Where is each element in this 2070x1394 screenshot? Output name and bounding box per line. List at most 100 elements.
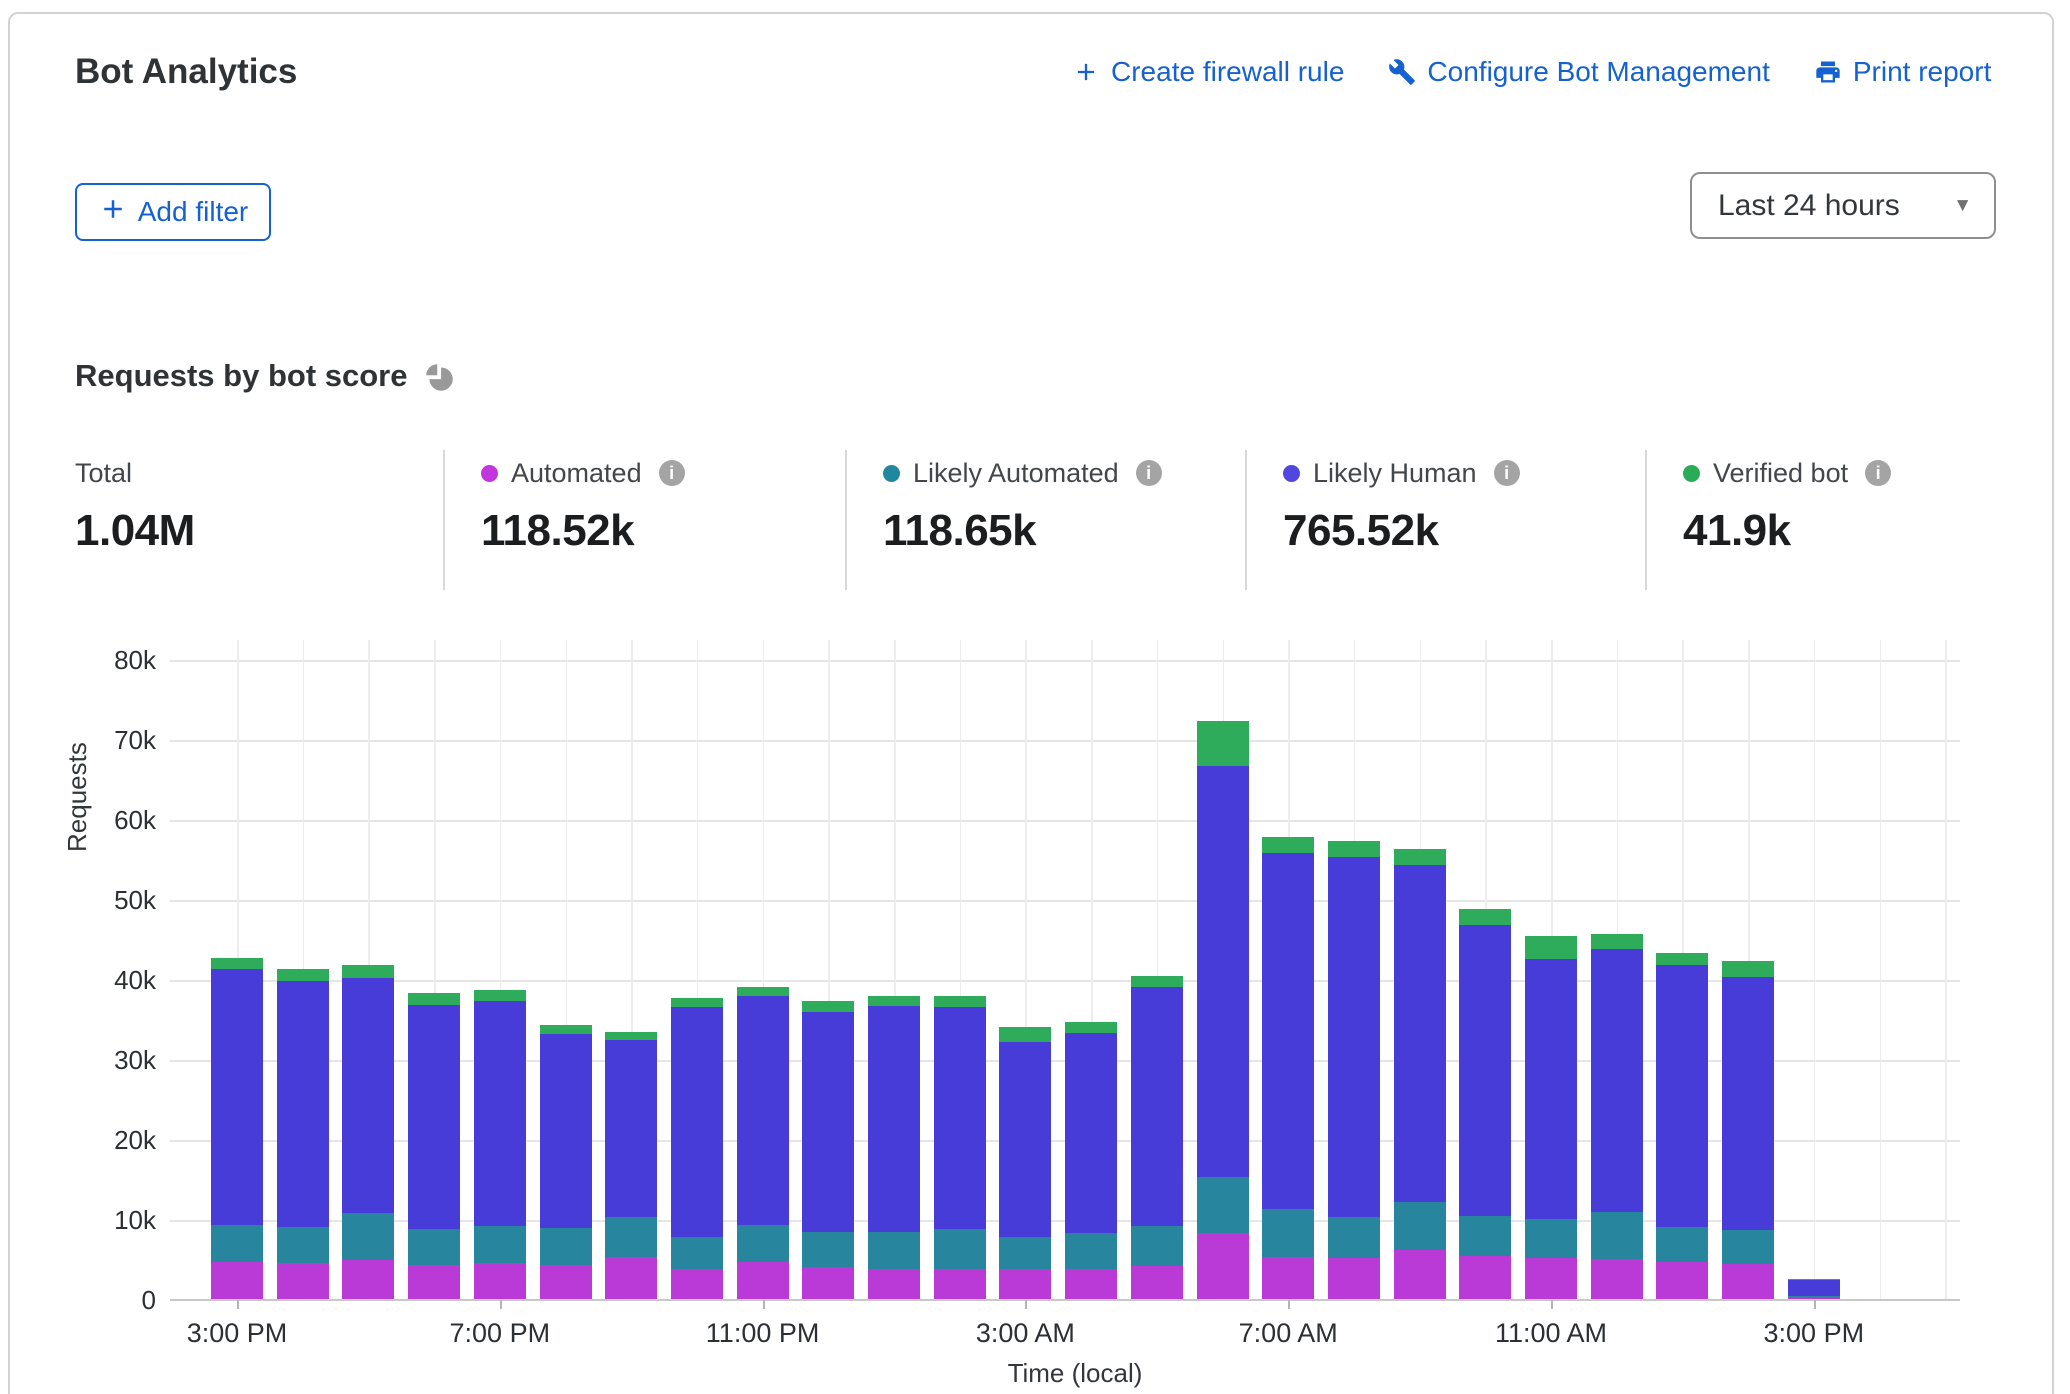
- time-range-dropdown[interactable]: Last 24 hours ▼: [1690, 172, 1996, 239]
- bar-hour-17[interactable]: [1328, 841, 1380, 1299]
- bar-hour-9[interactable]: [802, 1001, 854, 1299]
- pie-chart-icon: [423, 361, 454, 392]
- time-range-value: Last 24 hours: [1718, 189, 1900, 223]
- bar-segment-automated: [605, 1257, 657, 1299]
- bar-segment-verified-bot: [1065, 1022, 1117, 1032]
- bar-segment-likely-human: [1788, 1280, 1840, 1296]
- stat-total: Total 1.04M: [75, 450, 443, 590]
- create-firewall-rule-link[interactable]: Create firewall rule: [1072, 56, 1344, 88]
- bar-segment-likely-human: [1459, 925, 1511, 1215]
- bar-hour-0[interactable]: [211, 958, 263, 1299]
- print-report-link[interactable]: Print report: [1814, 56, 1992, 88]
- stat-value: 118.65k: [883, 506, 1245, 556]
- bar-segment-likely-human: [211, 969, 263, 1225]
- bar-segment-likely-human: [474, 1001, 526, 1226]
- bar-segment-automated: [1591, 1259, 1643, 1299]
- bar-hour-1[interactable]: [277, 969, 329, 1299]
- bar-hour-13[interactable]: [1065, 1022, 1117, 1299]
- h-gridline: [170, 660, 1960, 662]
- bar-hour-24[interactable]: [1788, 1279, 1840, 1299]
- stat-label: Likely Human: [1313, 458, 1477, 489]
- bar-hour-6[interactable]: [605, 1032, 657, 1299]
- bar-segment-likely-automated: [999, 1237, 1051, 1268]
- bar-hour-8[interactable]: [737, 987, 789, 1299]
- bar-hour-10[interactable]: [868, 996, 920, 1299]
- x-tick-label: 3:00 PM: [157, 1318, 317, 1349]
- bar-hour-14[interactable]: [1131, 976, 1183, 1299]
- bar-segment-likely-automated: [737, 1225, 789, 1263]
- bar-segment-likely-human: [540, 1034, 592, 1228]
- likely-automated-dot: [883, 465, 900, 482]
- bar-segment-likely-human: [1525, 959, 1577, 1219]
- bar-segment-verified-bot: [934, 996, 986, 1007]
- info-icon[interactable]: i: [659, 460, 685, 486]
- bar-segment-automated: [540, 1265, 592, 1299]
- bar-hour-16[interactable]: [1262, 837, 1314, 1299]
- section-title-text: Requests by bot score: [75, 358, 407, 394]
- bar-segment-likely-automated: [934, 1229, 986, 1268]
- bar-hour-2[interactable]: [342, 965, 394, 1299]
- bar-hour-5[interactable]: [540, 1025, 592, 1299]
- bar-hour-7[interactable]: [671, 998, 723, 1299]
- bar-segment-verified-bot: [474, 990, 526, 1001]
- bar-hour-12[interactable]: [999, 1027, 1051, 1299]
- bar-segment-likely-automated: [540, 1228, 592, 1265]
- bar-hour-18[interactable]: [1394, 849, 1446, 1299]
- bar-segment-verified-bot: [1591, 934, 1643, 948]
- x-tick-label: 11:00 PM: [683, 1318, 843, 1349]
- add-filter-button[interactable]: Add filter: [75, 183, 271, 241]
- bar-segment-likely-automated: [1131, 1226, 1183, 1266]
- bar-segment-verified-bot: [1394, 849, 1446, 865]
- bar-segment-verified-bot: [342, 965, 394, 978]
- bar-segment-likely-human: [1262, 853, 1314, 1210]
- bar-hour-4[interactable]: [474, 990, 526, 1299]
- chevron-down-icon: ▼: [1953, 196, 1972, 215]
- stat-value: 118.52k: [481, 506, 845, 556]
- y-tick-label: 50k: [38, 885, 156, 915]
- bar-segment-automated: [211, 1262, 263, 1299]
- bar-segment-automated: [802, 1267, 854, 1299]
- x-tick: [763, 1300, 765, 1309]
- plus-icon: [98, 194, 128, 231]
- bar-hour-20[interactable]: [1525, 936, 1577, 1299]
- bar-segment-verified-bot: [999, 1027, 1051, 1042]
- bar-hour-3[interactable]: [408, 993, 460, 1299]
- bar-segment-likely-automated: [211, 1225, 263, 1262]
- bar-hour-22[interactable]: [1656, 953, 1708, 1299]
- info-icon[interactable]: i: [1494, 460, 1520, 486]
- bar-hour-15[interactable]: [1197, 721, 1249, 1299]
- bar-segment-likely-human: [605, 1040, 657, 1217]
- bar-segment-verified-bot: [802, 1001, 854, 1011]
- y-tick-label: 30k: [38, 1045, 156, 1075]
- info-icon[interactable]: i: [1865, 460, 1891, 486]
- bar-segment-likely-automated: [1656, 1227, 1708, 1262]
- bar-hour-19[interactable]: [1459, 909, 1511, 1299]
- bar-segment-likely-human: [737, 996, 789, 1225]
- bar-segment-automated: [737, 1262, 789, 1299]
- bar-segment-likely-human: [868, 1006, 920, 1232]
- chart-section-title: Requests by bot score: [75, 358, 454, 394]
- bar-hour-11[interactable]: [934, 996, 986, 1299]
- add-filter-label: Add filter: [138, 196, 249, 228]
- bar-hour-21[interactable]: [1591, 934, 1643, 1299]
- y-tick-label: 20k: [38, 1125, 156, 1155]
- bar-segment-likely-human: [1394, 865, 1446, 1203]
- bar-segment-likely-automated: [474, 1226, 526, 1263]
- bar-segment-verified-bot: [1722, 961, 1774, 976]
- bar-segment-verified-bot: [671, 998, 723, 1007]
- wrench-icon: [1388, 58, 1416, 86]
- y-tick-label: 60k: [38, 805, 156, 835]
- h-gridline: [170, 900, 1960, 902]
- bar-segment-likely-human: [934, 1007, 986, 1229]
- bar-segment-automated: [1131, 1266, 1183, 1299]
- action-label: Print report: [1853, 56, 1992, 88]
- bar-hour-23[interactable]: [1722, 961, 1774, 1299]
- configure-bot-management-link[interactable]: Configure Bot Management: [1388, 56, 1769, 88]
- x-tick-label: 7:00 PM: [420, 1318, 580, 1349]
- info-icon[interactable]: i: [1136, 460, 1162, 486]
- bar-segment-verified-bot: [1131, 976, 1183, 987]
- bar-segment-verified-bot: [1197, 721, 1249, 767]
- bar-segment-likely-human: [342, 978, 394, 1212]
- bar-segment-likely-automated: [1394, 1202, 1446, 1250]
- action-label: Create firewall rule: [1111, 56, 1344, 88]
